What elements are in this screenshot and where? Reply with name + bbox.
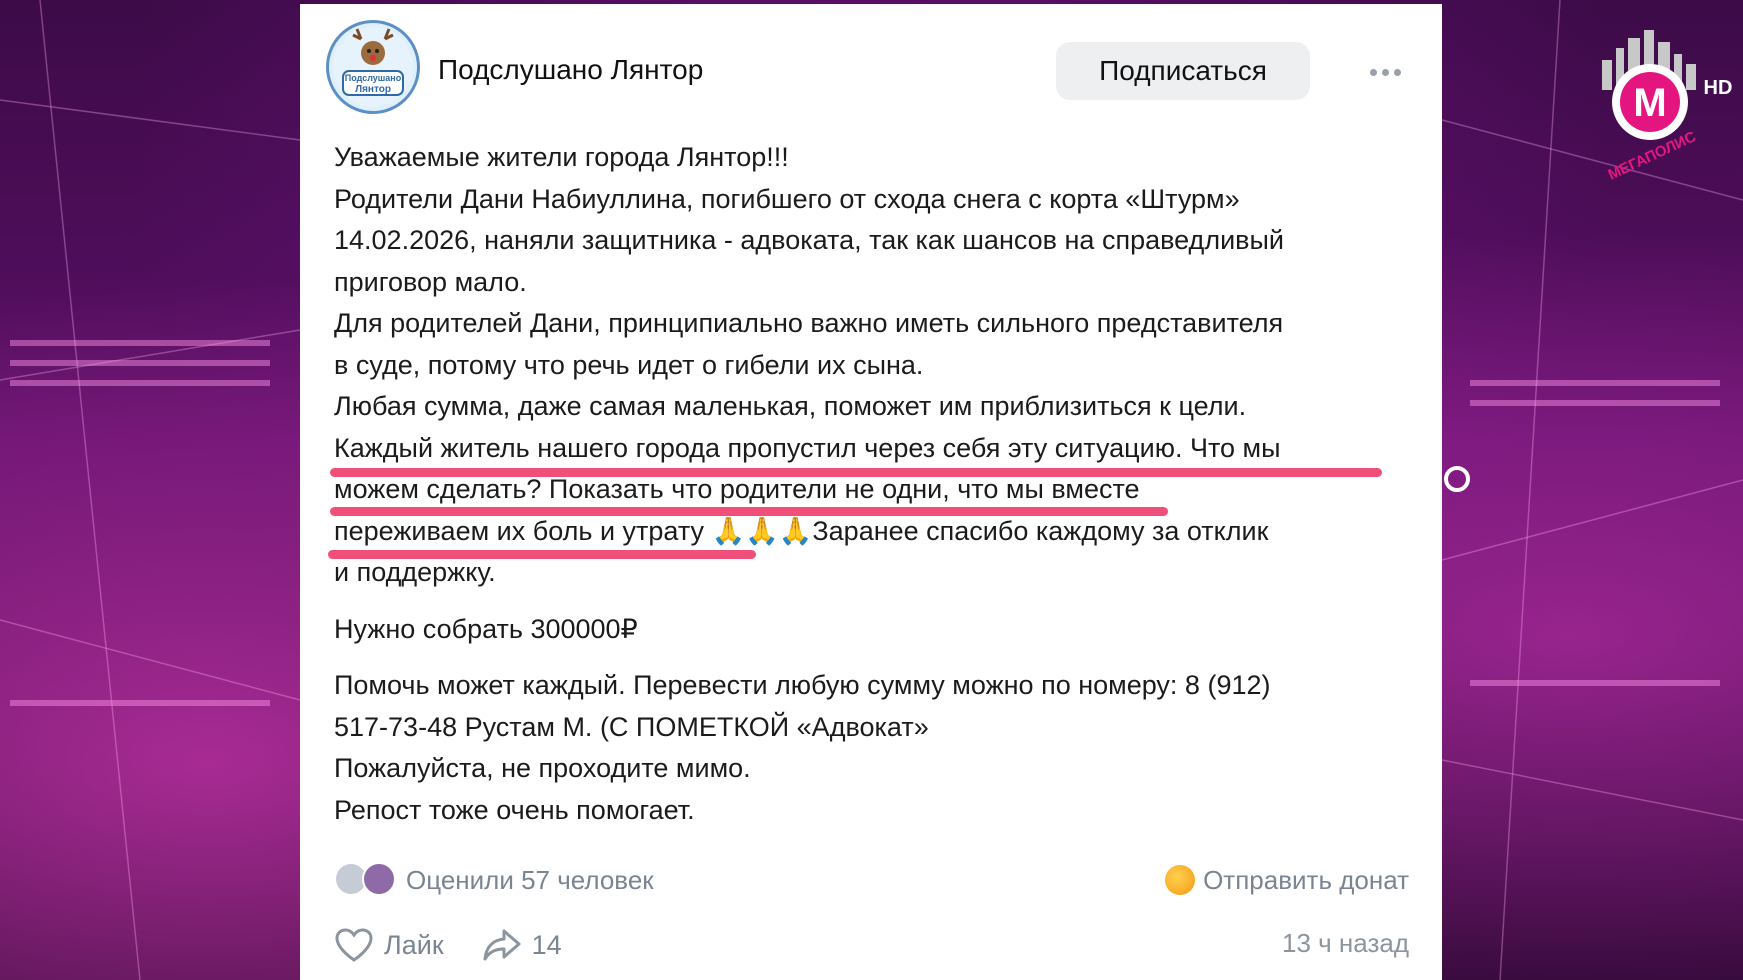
- post-line: Родители Дани Набиуллина, погибшего от с…: [334, 183, 1240, 214]
- highlight-underline: [328, 550, 756, 559]
- like-button[interactable]: Лайк: [334, 927, 444, 963]
- donate-label: Отправить донат: [1203, 864, 1409, 895]
- megapolis-channel-logo: M HD МЕГАПОЛИС: [1602, 30, 1732, 180]
- post-line: в суде, потому что речь идет о гибели их…: [334, 349, 924, 380]
- highlight-underline: [330, 468, 1382, 477]
- post-line: 14.02.2026, наняли защитника - адвоката,…: [334, 225, 1284, 255]
- avatar: [362, 862, 396, 896]
- post-card: Подслушано Лянтор Подслушано Лянтор Подп…: [300, 4, 1442, 980]
- group-name[interactable]: Подслушано Лянтор: [438, 54, 703, 86]
- post-line: Любая сумма, даже самая маленькая, помож…: [334, 391, 1247, 421]
- reactions-count: Оценили 57 человек: [406, 864, 654, 895]
- post-line: Каждый житель нашего города пропустил че…: [334, 432, 1281, 463]
- share-button[interactable]: 14: [482, 927, 562, 963]
- help-line: Репост тоже очень помогает.: [334, 794, 695, 825]
- svg-text:Лянтор: Лянтор: [355, 84, 391, 95]
- svg-text:M: M: [1633, 81, 1666, 125]
- donate-button[interactable]: Отправить донат: [1165, 860, 1409, 900]
- help-line: Пожалуйста, не проходите мимо.: [334, 753, 751, 783]
- share-count: 14: [531, 929, 562, 960]
- reaction-avatars: [334, 862, 398, 898]
- post-text: Уважаемые жители города Лянтор!!! Родите…: [334, 137, 1424, 831]
- scroll-marker: [1444, 466, 1470, 492]
- share-arrow-icon: [483, 929, 521, 961]
- post-actions: Лайк 14: [334, 922, 562, 968]
- svg-text:Подслушано: Подслушано: [345, 73, 402, 83]
- highlight-underline: [330, 507, 1168, 516]
- more-options-icon[interactable]: [1360, 54, 1410, 90]
- subscribe-button[interactable]: Подписаться: [1056, 42, 1310, 100]
- help-line: Помочь может каждый. Перевести любую сум…: [334, 670, 1271, 700]
- svg-text:HD: HD: [1704, 77, 1732, 99]
- post-line: Уважаемые жители города Лянтор!!!: [334, 142, 789, 172]
- post-line: приговор мало.: [334, 266, 527, 297]
- reactions-summary[interactable]: Оценили 57 человек: [334, 860, 654, 900]
- post-line: Для родителей Дани, принципиально важно …: [334, 308, 1284, 338]
- post-line: переживаем их боль и утрату 🙏🙏🙏Заранее с…: [334, 515, 1269, 546]
- group-avatar[interactable]: Подслушано Лянтор: [326, 20, 420, 114]
- coin-icon: [1165, 865, 1196, 895]
- goal-text: Нужно собрать 300000₽: [334, 613, 638, 644]
- deer-logo-icon: Подслушано Лянтор: [333, 27, 413, 107]
- like-label: Лайк: [384, 929, 444, 960]
- post-timestamp[interactable]: 13 ч назад: [1282, 928, 1409, 959]
- help-line: 517-73-48 Рустам М. (С ПОМЕТКОЙ «Адвокат…: [334, 711, 929, 742]
- heart-icon: [335, 928, 373, 962]
